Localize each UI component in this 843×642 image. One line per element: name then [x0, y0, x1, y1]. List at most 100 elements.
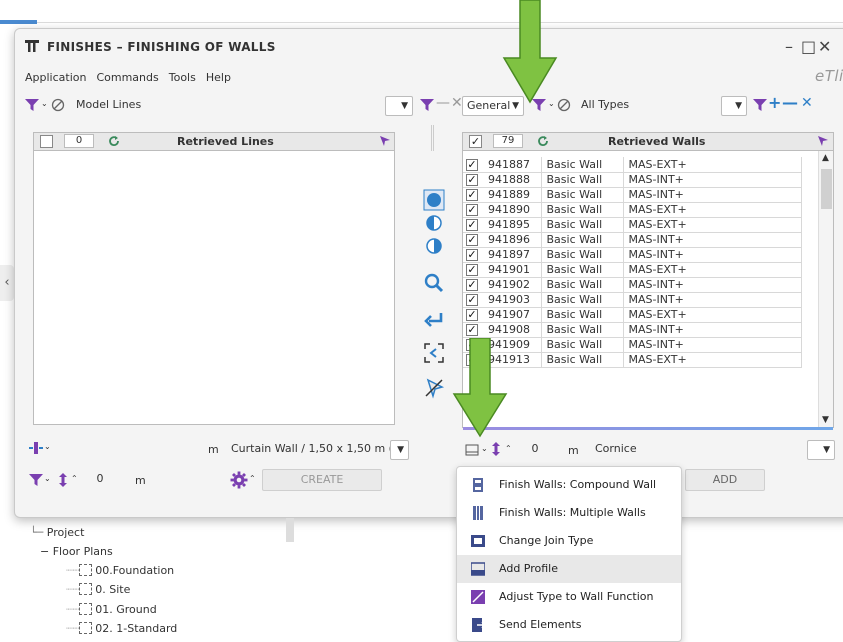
table-row[interactable]: ✓ 941888 Basic Wall MAS-INT+ — [463, 172, 802, 188]
menu-application[interactable]: Application — [25, 71, 86, 84]
row-checkbox[interactable]: ✓ — [463, 307, 483, 323]
row-checkbox[interactable]: ✓ — [463, 247, 483, 263]
table-row[interactable]: ✓ 941903 Basic Wall MAS-INT+ — [463, 292, 802, 308]
table-row[interactable]: ✓ 941908 Basic Wall MAS-INT+ — [463, 322, 802, 338]
filter-apply-icon[interactable] — [420, 98, 434, 112]
refresh-icon[interactable] — [108, 135, 120, 147]
menu-item-compound-wall[interactable]: Finish Walls: Compound Wall — [457, 471, 681, 499]
select-all-walls-icon[interactable] — [423, 189, 445, 211]
row-checkbox[interactable]: ✓ — [463, 187, 483, 203]
table-row[interactable]: ✓ 941889 Basic Wall MAS-INT+ — [463, 187, 802, 203]
menu-commands[interactable]: Commands — [96, 71, 158, 84]
row-checkbox[interactable]: ✓ — [463, 277, 483, 293]
profile-type-icon[interactable] — [465, 443, 479, 457]
filter-dropdown-icon[interactable]: ⌄ — [41, 99, 48, 108]
offset-stepper-icon[interactable]: ⌃ — [71, 474, 78, 483]
tree-item-floor-plans[interactable]: − Floor Plans — [40, 545, 113, 558]
scroll-up-icon[interactable]: ▲ — [822, 153, 829, 163]
vertical-offset-icon[interactable] — [489, 442, 503, 456]
select-all-checkbox[interactable] — [40, 135, 53, 148]
row-checkbox[interactable]: ✓ — [463, 292, 483, 308]
row-checkbox[interactable]: ✓ — [463, 157, 483, 173]
source-select[interactable]: Model Lines — [70, 96, 413, 116]
fit-view-icon[interactable] — [423, 342, 445, 364]
remove-icon[interactable]: — — [782, 93, 798, 112]
filter-dropdown-icon[interactable]: ⌄ — [44, 474, 51, 483]
row-checkbox[interactable]: ✓ — [463, 322, 483, 338]
settings-dropdown-icon[interactable]: ⌃ — [249, 474, 256, 483]
table-row[interactable]: ✓ 941902 Basic Wall MAS-INT+ — [463, 277, 802, 293]
filter-icon[interactable] — [29, 473, 43, 487]
wall-type: MAS-EXT+ — [623, 202, 802, 218]
tree-item-view[interactable]: ┈┈ 0. Site — [66, 583, 130, 596]
source-select-chevron[interactable]: ▼ — [385, 96, 413, 116]
deselect-pointer-icon[interactable] — [423, 377, 445, 399]
select-all-checkbox[interactable]: ✓ — [469, 135, 482, 148]
menu-tools[interactable]: Tools — [169, 71, 196, 84]
settings-gear-icon[interactable] — [230, 471, 248, 489]
table-row[interactable]: ✓941909Basic WallMAS-INT+ — [463, 337, 802, 353]
half-left-icon[interactable] — [423, 212, 445, 234]
vertical-offset-icon[interactable] — [56, 473, 70, 487]
delete-icon[interactable]: ✕ — [801, 95, 813, 111]
chevron-down-icon: ▼ — [735, 101, 742, 111]
table-row[interactable]: ✓ 941907 Basic Wall MAS-EXT+ — [463, 307, 802, 323]
scroll-thumb[interactable] — [821, 169, 832, 209]
tree-item-project[interactable]: └─ Project — [30, 526, 84, 539]
row-checkbox[interactable]: ✓ — [463, 202, 483, 218]
tree-splitter[interactable] — [286, 518, 294, 542]
menu-item-send-elements[interactable]: Send Elements — [457, 611, 681, 639]
tree-item-view[interactable]: ┈┈ 01. Ground — [66, 603, 157, 616]
scroll-down-icon[interactable]: ▼ — [822, 415, 829, 425]
close-button[interactable]: ✕ — [818, 37, 831, 56]
clear-filter-icon[interactable] — [51, 98, 65, 112]
menu-help[interactable]: Help — [206, 71, 231, 84]
table-row[interactable]: ✓ 941895 Basic Wall MAS-EXT+ — [463, 217, 802, 233]
create-button[interactable]: CREATE — [262, 469, 382, 491]
wall-type-chevron[interactable]: ▼ — [390, 440, 409, 460]
row-checkbox[interactable]: ✓ — [463, 262, 483, 278]
remove-icon[interactable]: — — [436, 95, 450, 111]
table-row[interactable]: ✓ 941887 Basic Wall MAS-EXT+ — [463, 157, 802, 173]
row-checkbox[interactable]: ✓ — [463, 232, 483, 248]
walls-scrollbar[interactable]: ▲ ▼ — [818, 151, 833, 427]
maximize-button[interactable]: □ — [801, 37, 816, 56]
minimize-button[interactable]: – — [785, 37, 793, 56]
half-right-icon[interactable] — [423, 235, 445, 257]
table-row[interactable]: ✓ 941896 Basic Wall MAS-INT+ — [463, 232, 802, 248]
delete-icon[interactable]: ✕ — [451, 95, 463, 111]
wall-join-dropdown-icon[interactable]: ⌄ — [44, 442, 51, 451]
row-checkbox[interactable]: ✓ — [463, 217, 483, 233]
wall-type-select[interactable]: Curtain Wall / 1,50 x 1,50 m (Mullio — [225, 440, 409, 460]
offset-input[interactable]: 0 — [515, 440, 555, 460]
wall-join-icon[interactable] — [29, 441, 43, 455]
table-row[interactable]: ✓ 941890 Basic Wall MAS-EXT+ — [463, 202, 802, 218]
add-icon[interactable]: + — [768, 93, 781, 112]
menu-item-multiple-walls[interactable]: Finish Walls: Multiple Walls — [457, 499, 681, 527]
filter-icon[interactable] — [25, 98, 39, 112]
add-button[interactable]: ADD — [685, 469, 765, 491]
type-select-chevron[interactable]: ▼ — [721, 96, 747, 116]
return-icon[interactable] — [423, 309, 445, 331]
select-pointer-icon[interactable] — [379, 135, 391, 147]
tree-item-view[interactable]: ┈┈ 00.Foundation — [66, 564, 174, 577]
table-row[interactable]: ✓ 941897 Basic Wall MAS-INT+ — [463, 247, 802, 263]
profile-select[interactable]: Cornice — [589, 440, 835, 460]
menu-item-adjust-type[interactable]: Adjust Type to Wall Function — [457, 583, 681, 611]
tree-item-view[interactable]: ┈┈ 02. 1-Standard — [66, 622, 177, 635]
menu-item-change-join-type[interactable]: Change Join Type — [457, 527, 681, 555]
refresh-icon[interactable] — [537, 135, 549, 147]
table-row[interactable]: ✓ 941901 Basic Wall MAS-EXT+ — [463, 262, 802, 278]
filter-apply-icon[interactable] — [753, 98, 767, 112]
table-row[interactable]: ✓941913Basic WallMAS-EXT+ — [463, 352, 802, 368]
select-pointer-icon[interactable] — [817, 135, 829, 147]
offset-stepper-icon[interactable]: ⌃ — [505, 444, 512, 453]
row-checkbox[interactable]: ✓ — [463, 172, 483, 188]
profile-select-chevron[interactable]: ▼ — [807, 440, 835, 460]
zoom-icon[interactable] — [423, 272, 445, 294]
menu-item-add-profile[interactable]: Add Profile — [457, 555, 681, 583]
profile-dropdown-icon[interactable]: ⌄ — [481, 444, 488, 453]
splitter[interactable] — [431, 125, 434, 151]
offset-input[interactable]: 0 — [80, 470, 120, 490]
collapse-handle[interactable]: ‹ — [0, 265, 14, 301]
